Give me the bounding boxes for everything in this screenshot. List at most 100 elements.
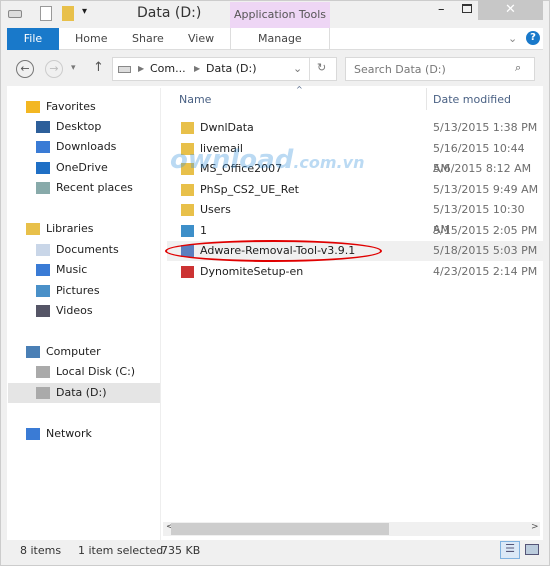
file-row[interactable]: DwnlData 5/13/2015 1:38 PM	[167, 118, 543, 138]
sidebar-item[interactable]: OneDrive	[8, 158, 160, 178]
sidebar-item-label: Music	[56, 263, 88, 276]
file-name: Users	[200, 203, 231, 216]
context-tab-application-tools: Application Tools	[230, 2, 330, 28]
file-date: 4/23/2015 2:14 PM	[433, 264, 538, 278]
sidebar-item-label: Desktop	[56, 120, 102, 133]
properties-icon[interactable]	[40, 6, 52, 21]
library-icon	[26, 223, 40, 235]
sidebar-item[interactable]: Computer	[8, 342, 160, 362]
sidebar-item-label: Libraries	[46, 222, 94, 235]
maximize-button[interactable]	[462, 4, 472, 13]
horizontal-scrollbar[interactable]: < >	[163, 522, 540, 536]
cloud-icon	[36, 162, 50, 174]
sidebar-item-label: Documents	[56, 243, 119, 256]
recent-locations-icon[interactable]: ▾	[71, 63, 76, 73]
column-header-date-modified[interactable]: Date modified	[433, 93, 511, 106]
scrollbar-thumb[interactable]	[171, 523, 389, 535]
drive-icon	[8, 10, 22, 18]
star-icon	[26, 101, 40, 113]
sidebar-item-label: Videos	[56, 304, 93, 317]
sidebar-item-label: Recent places	[56, 181, 133, 194]
folder-icon	[181, 183, 194, 196]
back-button[interactable]: ←	[16, 60, 34, 78]
file-name: DwnlData	[200, 121, 254, 134]
refresh-icon[interactable]: ↻	[317, 61, 326, 74]
tab-manage[interactable]: Manage	[258, 28, 302, 50]
file-row[interactable]: PhSp_CS2_UE_Ret 5/13/2015 9:49 AM	[167, 180, 543, 200]
sidebar-item[interactable]: Favorites	[8, 97, 160, 117]
drive-icon	[118, 66, 131, 73]
sidebar-item[interactable]: Videos	[8, 301, 160, 321]
sidebar-item[interactable]: Libraries	[8, 219, 160, 239]
tab-file[interactable]: File	[7, 28, 59, 50]
app-icon	[181, 265, 194, 278]
tab-home[interactable]: Home	[75, 28, 107, 50]
address-dropdown-icon[interactable]: ⌄	[293, 62, 302, 75]
forward-button[interactable]: →	[45, 60, 63, 78]
image-icon	[181, 224, 194, 237]
watermark-logo: ownload.com.vn	[170, 145, 365, 175]
sort-ascending-icon: ^	[296, 85, 303, 94]
file-date: 5/18/2015 5:03 PM	[433, 244, 538, 257]
file-row[interactable]: 1 5/15/2015 2:05 PM	[167, 221, 543, 241]
file-date: 5/13/2015 9:49 AM	[433, 182, 539, 196]
sidebar-item-label: Computer	[46, 345, 101, 358]
file-name: 1	[200, 223, 207, 237]
network-icon	[26, 428, 40, 440]
sidebar-item[interactable]: Local Disk (C:)	[8, 362, 160, 382]
downloads-icon	[36, 141, 50, 153]
sidebar-item-label: Favorites	[46, 100, 96, 113]
file-row[interactable]: Users 5/13/2015 10:30 AM	[167, 200, 543, 236]
status-item-count: 8 items	[20, 544, 62, 557]
sidebar-item[interactable]: Pictures	[8, 281, 160, 301]
details-view-button[interactable]: ☰	[500, 541, 520, 559]
file-date: 5/13/2015 1:38 PM	[433, 121, 538, 134]
drive-icon	[36, 366, 50, 378]
breadcrumb-computer[interactable]: Com...	[150, 62, 186, 75]
recent-icon	[36, 182, 50, 194]
videos-icon	[36, 305, 50, 317]
status-selected: 1 item selected	[78, 544, 164, 557]
column-header-name[interactable]: Name	[179, 93, 211, 106]
search-input[interactable]: Search Data (D:)	[345, 57, 535, 81]
folder-icon	[181, 122, 194, 134]
sidebar-item[interactable]: Desktop	[8, 117, 160, 137]
sidebar-item[interactable]: Data (D:)	[8, 383, 160, 403]
documents-icon	[36, 244, 50, 256]
expand-ribbon-icon[interactable]: ⌄	[508, 32, 517, 45]
search-icon: ⌕	[515, 61, 522, 74]
address-bar[interactable]: ▶ Com... ▶ Data (D:) ⌄ ↻	[112, 57, 337, 81]
sidebar-item-label: Network	[46, 427, 92, 440]
folder-icon	[181, 204, 194, 216]
status-size: 735 KB	[161, 544, 201, 557]
breadcrumb-data[interactable]: Data (D:)	[206, 62, 257, 75]
drive-icon	[36, 387, 50, 399]
sidebar-item-label: OneDrive	[56, 161, 108, 174]
tab-share[interactable]: Share	[132, 28, 164, 50]
computer-icon	[26, 346, 40, 358]
sidebar-item-label: Downloads	[56, 140, 117, 153]
help-icon[interactable]: ?	[526, 31, 540, 45]
file-name: PhSp_CS2_UE_Ret	[200, 182, 299, 196]
new-folder-icon[interactable]	[62, 6, 74, 21]
close-button[interactable]: ✕	[478, 0, 543, 20]
sidebar-item[interactable]: Music	[8, 260, 160, 280]
sidebar-item-label: Local Disk (C:)	[56, 365, 136, 378]
sidebar-item[interactable]: Network	[8, 424, 160, 444]
up-button[interactable]: ↑	[93, 60, 104, 75]
window-title: Data (D:)	[137, 5, 202, 21]
sidebar-item-label: Data (D:)	[56, 386, 107, 399]
sidebar-item[interactable]: Documents	[8, 240, 160, 260]
music-icon	[36, 264, 50, 276]
large-icons-view-button[interactable]	[525, 544, 539, 555]
sidebar-item-label: Pictures	[56, 284, 100, 297]
tab-view[interactable]: View	[188, 28, 214, 50]
highlight-ellipse	[165, 240, 382, 262]
sidebar-item[interactable]: Downloads	[8, 137, 160, 157]
sidebar-item[interactable]: Recent places	[8, 178, 160, 198]
minimize-button[interactable]: –	[438, 2, 445, 17]
file-name: DynomiteSetup-en	[200, 264, 304, 278]
customize-toolbar-icon[interactable]: ▾	[82, 6, 87, 17]
file-row[interactable]: DynomiteSetup-en 4/23/2015 2:14 PM	[167, 262, 543, 282]
desktop-icon	[36, 121, 50, 133]
